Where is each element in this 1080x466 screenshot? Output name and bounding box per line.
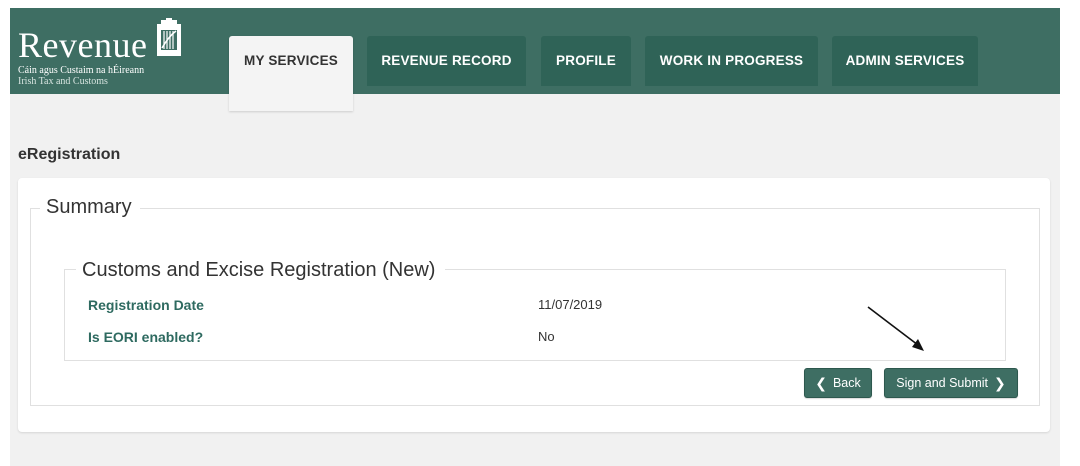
brand-subtitle-english: Irish Tax and Customs — [18, 76, 108, 87]
brand-name: Revenue — [18, 25, 148, 65]
registration-fieldset — [64, 269, 1006, 361]
revenue-logo[interactable]: Revenue Cáin agus Custaim na hÉireann Ir… — [18, 18, 218, 98]
brand-subtitle-irish: Cáin agus Custaim na hÉireann — [18, 65, 145, 76]
back-button-label: Back — [832, 376, 861, 390]
tab-work-in-progress[interactable]: WORK IN PROGRESS — [645, 36, 818, 86]
summary-legend: Summary — [40, 196, 140, 219]
tab-profile[interactable]: PROFILE — [541, 36, 631, 86]
registration-legend: Customs and Excise Registration (New) — [76, 259, 446, 282]
pointer-arrow-annotation — [867, 306, 924, 351]
tab-my-services[interactable]: MY SERVICES — [229, 36, 353, 111]
eori-enabled-value: No — [538, 329, 555, 344]
chevron-left-icon: ❮ — [815, 374, 827, 391]
sign-and-submit-label: Sign and Submit — [896, 376, 988, 390]
registration-date-label: Registration Date — [88, 297, 204, 313]
eori-enabled-label: Is EORI enabled? — [88, 329, 204, 345]
sign-and-submit-button[interactable]: Sign and Submit ❯ — [884, 368, 1018, 398]
back-button[interactable]: ❮ Back — [804, 368, 872, 398]
page-title: eRegistration — [18, 146, 121, 163]
chevron-right-icon: ❯ — [994, 374, 1006, 391]
registration-date-value: 11/07/2019 — [538, 297, 603, 312]
tab-revenue-record[interactable]: REVENUE RECORD — [367, 36, 526, 86]
harp-icon — [157, 18, 181, 56]
tab-admin-services[interactable]: ADMIN SERVICES — [832, 36, 978, 86]
